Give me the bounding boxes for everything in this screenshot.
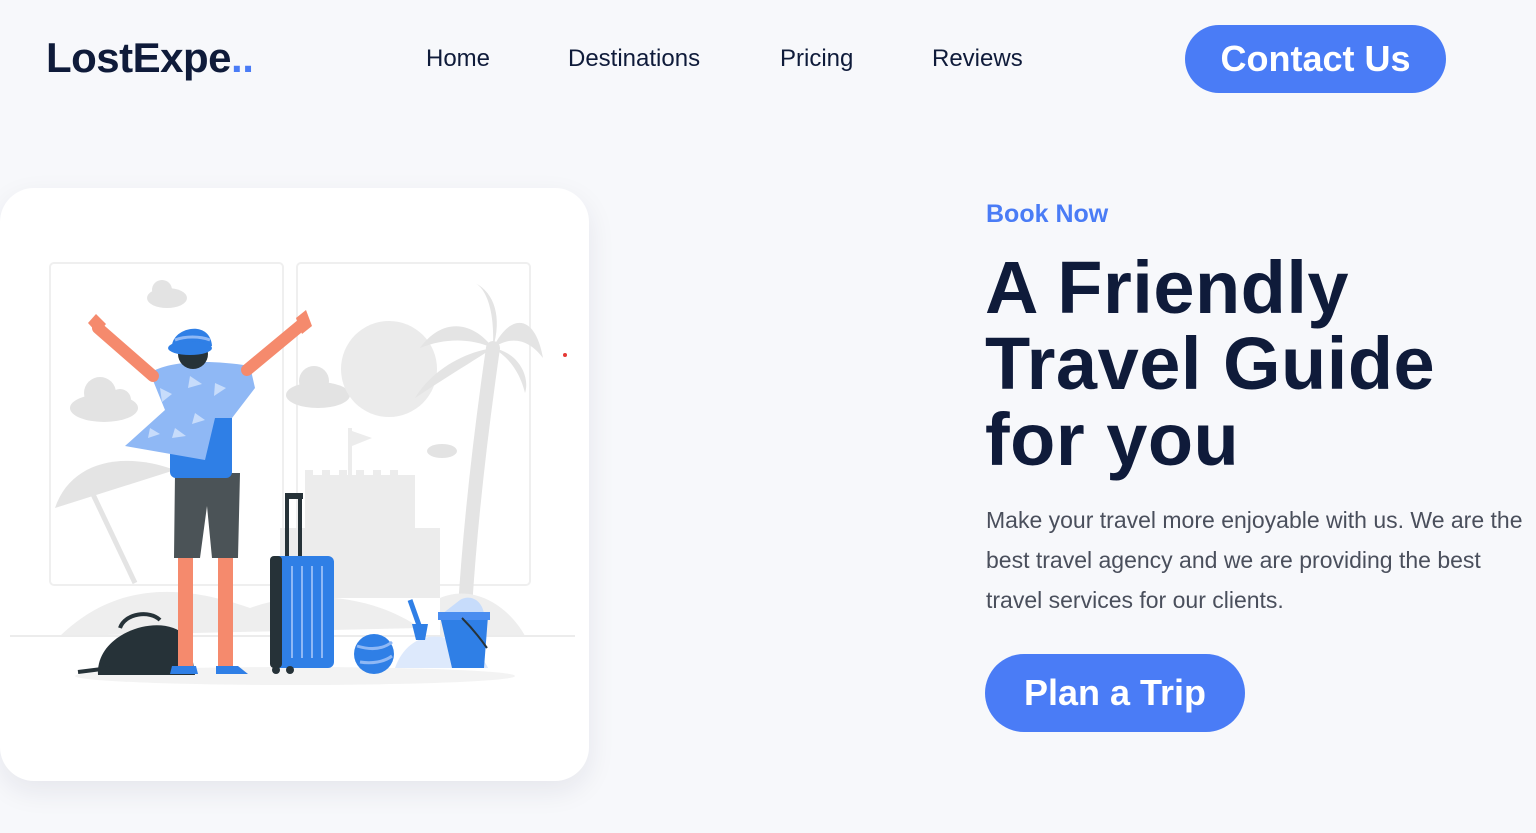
nav-link-home[interactable]: Home (426, 45, 490, 73)
hero-eyebrow: Book Now (986, 200, 1109, 228)
traveler-beach-illustration (10, 262, 575, 685)
plan-a-trip-button[interactable]: Plan a Trip (985, 654, 1245, 732)
hero-image-card (0, 188, 589, 781)
nav-link-reviews[interactable]: Reviews (932, 45, 1023, 73)
page: LostExpe.. Home Destinations Pricing Rev… (0, 0, 1536, 833)
headline-line-3: for you (985, 398, 1240, 481)
contact-us-button[interactable]: Contact Us (1185, 25, 1446, 93)
red-dot-marker (563, 353, 567, 357)
headline-line-1: A Friendly (985, 246, 1350, 329)
nav-link-pricing[interactable]: Pricing (780, 45, 853, 73)
nav-link-destinations[interactable]: Destinations (568, 45, 700, 73)
headline-line-2: Travel Guide (985, 322, 1436, 405)
hero-headline: A Friendly Travel Guide for you (985, 250, 1536, 478)
hero-description: Make your travel more enjoyable with us.… (986, 507, 1523, 613)
